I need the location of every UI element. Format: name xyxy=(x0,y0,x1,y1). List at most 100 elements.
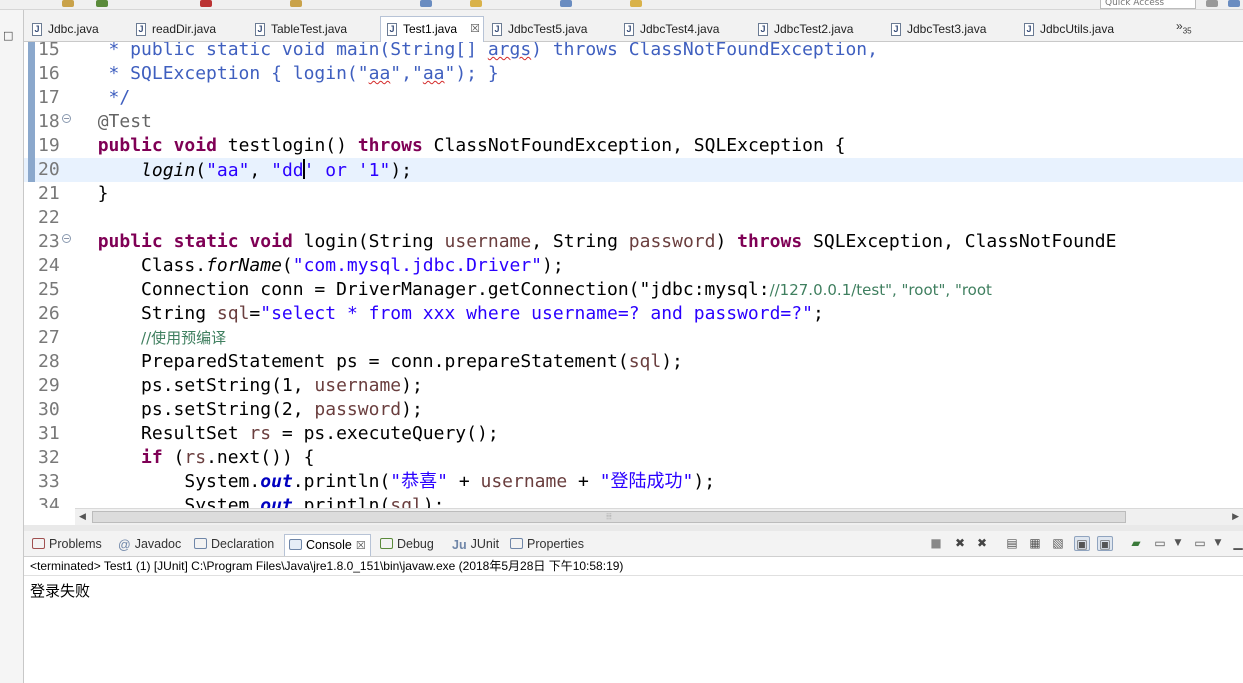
code-line[interactable]: 20 login("aa", "dd' or '1"); xyxy=(24,158,1243,182)
scroll-lock-icon[interactable]: ▦ xyxy=(1027,536,1043,551)
bottom-view-tab-bar: Problems @ Javadoc Declaration Console ☒ D… xyxy=(24,531,1243,557)
code-line[interactable]: 18− @Test xyxy=(24,110,1243,134)
tab-declaration[interactable]: Declaration xyxy=(190,534,274,556)
quick-access-input[interactable]: Quick Access xyxy=(1100,0,1196,9)
code-line[interactable]: 16 * SQLException { login("aa","aa"); } xyxy=(24,62,1243,86)
open-console-icon[interactable]: ▭ xyxy=(1192,536,1208,551)
editor-tab-test1[interactable]: J Test1.java ☒ xyxy=(380,16,484,43)
code-line[interactable]: 30 ps.setString(2, password); xyxy=(24,398,1243,422)
console-icon xyxy=(289,539,302,550)
editor-tab-jdbctest5[interactable]: J JdbcTest5.java xyxy=(492,18,614,42)
code-text: if (rs.next()) { xyxy=(141,447,315,468)
perspective-icon[interactable] xyxy=(1206,0,1218,7)
toolbar-icon[interactable] xyxy=(630,0,642,7)
show-on-stderr-icon[interactable]: ▣ xyxy=(1097,536,1113,551)
line-number: 19 xyxy=(38,135,60,156)
line-number: 34 xyxy=(38,495,60,508)
code-text: * SQLException { login("aa","aa"); } xyxy=(76,63,499,84)
code-line[interactable]: 23− public static void login(String user… xyxy=(24,230,1243,254)
code-line[interactable]: 19 public void testlogin() throws ClassN… xyxy=(24,134,1243,158)
tab-junit[interactable]: Ju JUnit xyxy=(448,534,499,556)
perspective-icon[interactable] xyxy=(1228,0,1240,7)
console-output[interactable]: 登录失败 xyxy=(24,576,1243,683)
code-line[interactable]: 34 System.out.println(sql); xyxy=(24,494,1243,508)
code-text: PreparedStatement ps = conn.prepareState… xyxy=(76,351,683,372)
editor-tab-jdbcutils[interactable]: J JdbcUtils.java xyxy=(1024,18,1150,42)
close-icon[interactable]: ☒ xyxy=(356,540,366,552)
scroll-right-icon[interactable]: ▶ xyxy=(1232,512,1239,522)
junit-icon: Ju xyxy=(452,538,467,552)
code-line[interactable]: 29 ps.setString(1, username); xyxy=(24,374,1243,398)
code-line[interactable]: 22 xyxy=(24,206,1243,230)
java-file-icon: J xyxy=(891,23,901,36)
toolbar-icon[interactable] xyxy=(420,0,432,7)
editor-tab-jdbc[interactable]: J Jdbc.java xyxy=(32,18,132,42)
fold-toggle-icon[interactable]: − xyxy=(62,114,71,123)
code-line[interactable]: 25 Connection conn = DriverManager.getCo… xyxy=(24,278,1243,302)
code-line[interactable]: 26 String sql="select * from xxx where u… xyxy=(24,302,1243,326)
toolbar-icon[interactable] xyxy=(290,0,302,7)
remove-all-icon[interactable]: ✖ xyxy=(974,536,990,551)
code-line[interactable]: 24 Class.forName("com.mysql.jdbc.Driver"… xyxy=(24,254,1243,278)
tab-problems[interactable]: Problems xyxy=(28,534,102,556)
pin-console-icon[interactable]: ▰ xyxy=(1128,536,1144,551)
toolbar-icon[interactable] xyxy=(96,0,108,7)
java-file-icon: J xyxy=(624,23,634,36)
editor-tab-tabletest[interactable]: J TableTest.java xyxy=(255,18,375,42)
line-number: 29 xyxy=(38,375,60,396)
editor-tab-jdbctest2[interactable]: J JdbcTest2.java xyxy=(758,18,884,42)
code-line[interactable]: 17 */ xyxy=(24,86,1243,110)
terminate-icon[interactable]: ■ xyxy=(928,536,944,551)
display-console-icon[interactable]: ▭ xyxy=(1152,536,1168,551)
change-marker xyxy=(28,110,35,134)
scroll-left-icon[interactable]: ◀ xyxy=(79,512,86,522)
toolbar-icon[interactable] xyxy=(62,0,74,7)
code-text: ps.setString(1, username); xyxy=(76,375,423,396)
tab-javadoc[interactable]: @ Javadoc xyxy=(114,534,181,556)
code-text: public static void login(String username… xyxy=(97,231,1117,252)
tab-debug[interactable]: Debug xyxy=(376,534,434,556)
code-editor[interactable]: 15 * public static void main(String[] ar… xyxy=(24,42,1243,508)
minimize-icon[interactable]: ▁ xyxy=(1230,536,1243,551)
toolbar-icon[interactable] xyxy=(200,0,212,7)
line-number: 22 xyxy=(38,207,60,228)
java-file-icon: J xyxy=(136,23,146,36)
code-line[interactable]: 33 System.out.println("恭喜" + username + … xyxy=(24,470,1243,494)
code-text: */ xyxy=(76,87,131,108)
word-wrap-icon[interactable]: ▧ xyxy=(1050,536,1066,551)
editor-tab-jdbctest3[interactable]: J JdbcTest3.java xyxy=(891,18,1017,42)
debug-icon xyxy=(380,538,393,549)
remove-launch-icon[interactable]: ✖ xyxy=(952,536,968,551)
code-line[interactable]: 21 } xyxy=(24,182,1243,206)
scroll-thumb[interactable]: ⦙⦙⦙ xyxy=(92,511,1126,523)
left-trim-bar: □ xyxy=(0,10,24,683)
line-number: 31 xyxy=(38,423,60,444)
fold-toggle-icon[interactable]: − xyxy=(62,234,71,243)
chevron-down-icon[interactable]: ▼ xyxy=(1210,536,1226,551)
toolbar-icon[interactable] xyxy=(560,0,572,7)
line-number: 26 xyxy=(38,303,60,324)
toolbar-icon[interactable] xyxy=(470,0,482,7)
close-icon[interactable]: ☒ xyxy=(470,17,480,41)
chevron-down-icon[interactable]: ▼ xyxy=(1170,536,1186,551)
tab-overflow-button[interactable]: »35 xyxy=(1176,19,1192,35)
code-line[interactable]: 27 //使用预编译 xyxy=(24,326,1243,350)
code-line[interactable]: 28 PreparedStatement ps = conn.prepareSt… xyxy=(24,350,1243,374)
clear-console-icon[interactable]: ▤ xyxy=(1004,536,1020,551)
code-line[interactable]: 32 if (rs.next()) { xyxy=(24,446,1243,470)
editor-tab-readdir[interactable]: JreadDir.java xyxy=(136,18,252,42)
code-line[interactable]: 15 * public static void main(String[] ar… xyxy=(24,42,1243,62)
line-number: 25 xyxy=(38,279,60,300)
show-on-stdout-icon[interactable]: ▣ xyxy=(1074,536,1090,551)
tab-console[interactable]: Console ☒ xyxy=(284,534,371,556)
tab-properties[interactable]: Properties xyxy=(506,534,584,556)
java-file-icon: J xyxy=(492,23,502,36)
code-line[interactable]: 31 ResultSet rs = ps.executeQuery(); xyxy=(24,422,1243,446)
declaration-icon xyxy=(194,538,207,549)
editor-tab-jdbctest4[interactable]: J JdbcTest4.java xyxy=(624,18,750,42)
code-text: System.out.println(sql); xyxy=(76,495,445,508)
horizontal-scrollbar[interactable]: ◀ ⦙⦙⦙ ▶ xyxy=(75,508,1243,525)
line-number: 32 xyxy=(38,447,60,468)
line-number: 27 xyxy=(38,327,60,348)
restore-icon[interactable]: □ xyxy=(3,29,13,42)
